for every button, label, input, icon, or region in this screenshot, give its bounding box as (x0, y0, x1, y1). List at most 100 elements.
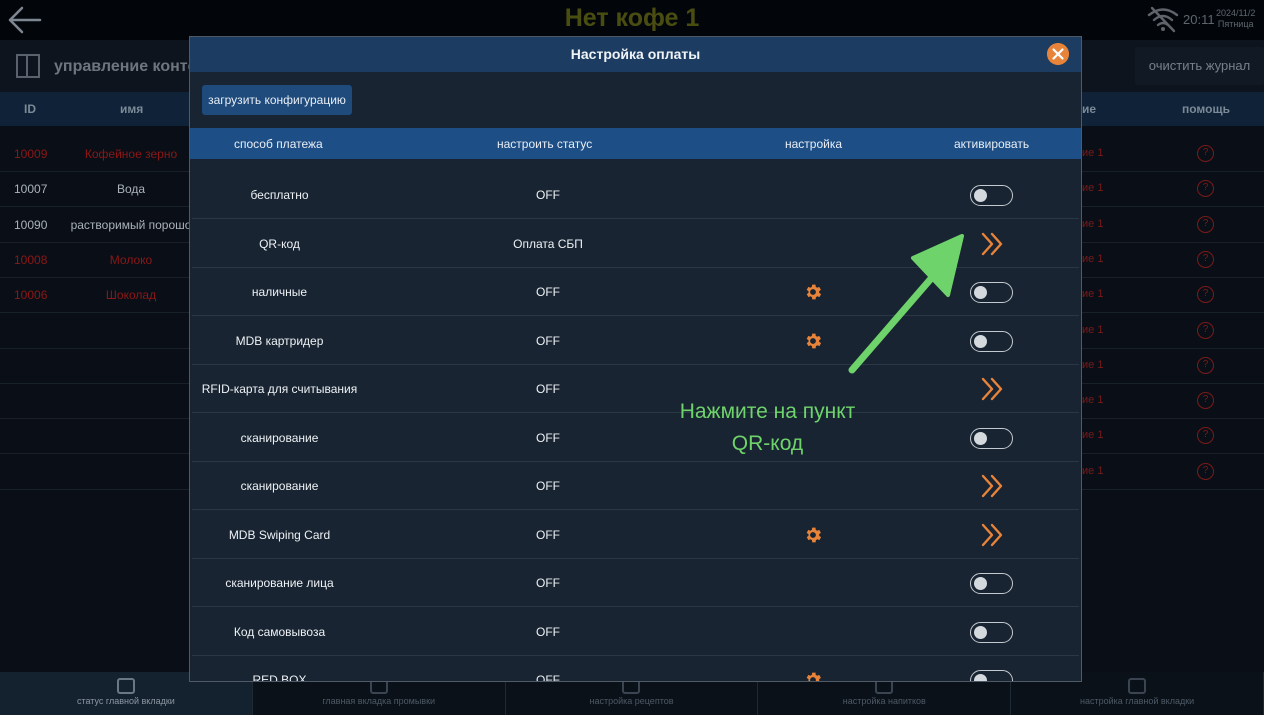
payment-method-label: сканирование (240, 430, 319, 445)
payment-row[interactable]: Код самовывоза OFF (192, 608, 1079, 656)
help-icon[interactable]: ? (1197, 392, 1214, 410)
nav-tab-label: статус главной вкладки (76, 696, 175, 706)
activate-toggle[interactable] (970, 573, 1013, 594)
bg-row-id: 10009 (14, 147, 48, 161)
payment-status-label: Оплата СБП (513, 236, 583, 251)
help-icon[interactable]: ? (1197, 250, 1214, 268)
dialog-title: Настройка оплаты (570, 46, 701, 62)
bg-row-name: растворимый порошо (70, 217, 192, 232)
help-icon[interactable]: ? (1197, 321, 1214, 339)
help-icon[interactable]: ? (1197, 356, 1214, 374)
bg-row-id: 10090 (14, 217, 48, 232)
payment-status-label: OFF (536, 285, 560, 299)
activate-toggle[interactable] (970, 621, 1013, 643)
gear-icon[interactable] (803, 282, 823, 302)
toggle-knob (974, 431, 987, 445)
nav-tab-label: настройка главной вкладки (1079, 696, 1195, 706)
wifi-off-icon (1147, 6, 1179, 33)
bg-row-id: 10006 (14, 288, 48, 303)
bg-col-id: ID (24, 102, 36, 116)
payment-status-label: OFF (536, 333, 560, 348)
col-status: настроить статус (497, 137, 593, 151)
nav-tab-icon (116, 678, 135, 694)
payment-row[interactable]: RED BOX OFF (192, 656, 1079, 682)
bg-row-name: Кофейное зерно (84, 147, 178, 161)
gear-icon[interactable] (803, 331, 823, 351)
help-icon[interactable]: ? (1197, 180, 1214, 198)
activate-toggle[interactable] (970, 670, 1013, 681)
bg-row-name: Вода (116, 182, 146, 197)
double-chevron-right-icon[interactable] (980, 231, 1004, 257)
activate-toggle[interactable] (970, 282, 1013, 303)
payment-row[interactable]: MDB картридер OFF (192, 317, 1079, 365)
panel-title: управление конте (54, 58, 197, 75)
payment-method-label: бесплатно (250, 188, 309, 202)
col-activate: активировать (954, 137, 1030, 151)
dialog-header: Настройка оплаты (190, 37, 1081, 72)
payment-method-label: наличные (251, 285, 308, 299)
payment-row[interactable]: MDB Swiping Card OFF (192, 511, 1079, 559)
bg-row-partial: ие 1 (1082, 182, 1104, 195)
help-icon[interactable]: ? (1197, 145, 1214, 162)
toggle-knob (974, 286, 987, 299)
payment-method-label: сканирование (240, 479, 319, 493)
panel-icon (16, 54, 40, 78)
payment-row[interactable]: сканирование OFF (192, 414, 1079, 462)
payment-method-label: RED BOX (252, 673, 307, 682)
bg-row-partial: ие 1 (1082, 429, 1104, 442)
bg-row-name: Молоко (109, 252, 153, 267)
payment-settings-dialog: Настройка оплаты загрузить конфигурацию … (189, 36, 1082, 682)
bg-col-help: помощь (1182, 102, 1230, 116)
activate-toggle[interactable] (970, 330, 1013, 352)
help-icon[interactable]: ? (1197, 427, 1214, 445)
weekday-text: Пятница (1217, 19, 1254, 29)
bg-row-id: 10007 (14, 182, 48, 197)
toggle-knob (974, 674, 987, 681)
help-icon[interactable]: ? (1197, 462, 1214, 480)
bg-row-partial: ие 1 (1082, 323, 1104, 336)
bg-row-partial: ие 1 (1082, 358, 1104, 371)
payment-row[interactable]: бесплатно OFF (192, 171, 1079, 219)
help-icon[interactable]: ? (1197, 286, 1214, 304)
payment-row[interactable]: RFID-карта для считывания OFF (192, 365, 1079, 413)
activate-toggle[interactable] (970, 185, 1013, 206)
double-chevron-right-icon[interactable] (980, 522, 1004, 548)
double-chevron-right-icon[interactable] (980, 473, 1004, 499)
payment-status-label: OFF (536, 624, 560, 639)
toggle-knob (974, 189, 987, 202)
instruction-hint: Нажмите на пункт QR-код (640, 396, 895, 460)
payment-status-label: OFF (536, 527, 560, 542)
payment-status-label: OFF (536, 673, 560, 682)
payment-row[interactable]: сканирование лица OFF (192, 559, 1079, 607)
top-bar: Нет кофе 1 20:11 2024/11/2 Пятница (0, 0, 1264, 40)
bg-col-name: имя (120, 102, 144, 116)
help-icon[interactable]: ? (1197, 215, 1214, 233)
payment-method-label: QR-код (259, 236, 300, 251)
nav-tab-icon (1128, 678, 1147, 694)
close-icon[interactable] (1047, 43, 1069, 65)
activate-toggle[interactable] (970, 427, 1013, 449)
col-settings: настройка (785, 137, 843, 151)
clear-log-button[interactable]: очистить журнал (1135, 47, 1264, 85)
payment-row[interactable]: сканирование OFF (192, 462, 1079, 510)
date-text: 2024/11/2 (1216, 8, 1256, 18)
payment-row[interactable]: наличные OFF (192, 268, 1079, 316)
nav-tab-label: главная вкладка промывки (322, 696, 436, 706)
payment-status-label: OFF (536, 576, 560, 590)
clock-time: 20:11 (1183, 12, 1215, 27)
bg-col-partial: ие (1082, 102, 1097, 116)
load-config-button[interactable]: загрузить конфигурацию (202, 85, 352, 115)
payment-method-label: MDB картридер (235, 333, 324, 348)
bg-row-partial: ие 1 (1082, 464, 1104, 477)
gear-icon[interactable] (803, 525, 823, 545)
payment-status-label: OFF (536, 188, 560, 202)
gear-icon[interactable] (803, 670, 823, 681)
bg-row-partial: ие 1 (1082, 217, 1104, 230)
payment-method-label: Код самовывоза (233, 624, 326, 639)
nav-tab-label: настройка рецептов (589, 696, 674, 706)
hint-line-2: QR-код (731, 432, 804, 455)
nav-tab-label: настройка напитков (842, 696, 926, 706)
bg-row-partial: ие 1 (1082, 252, 1104, 265)
payment-row[interactable]: QR-код Оплата СБП (192, 220, 1079, 268)
double-chevron-right-icon[interactable] (980, 376, 1004, 402)
